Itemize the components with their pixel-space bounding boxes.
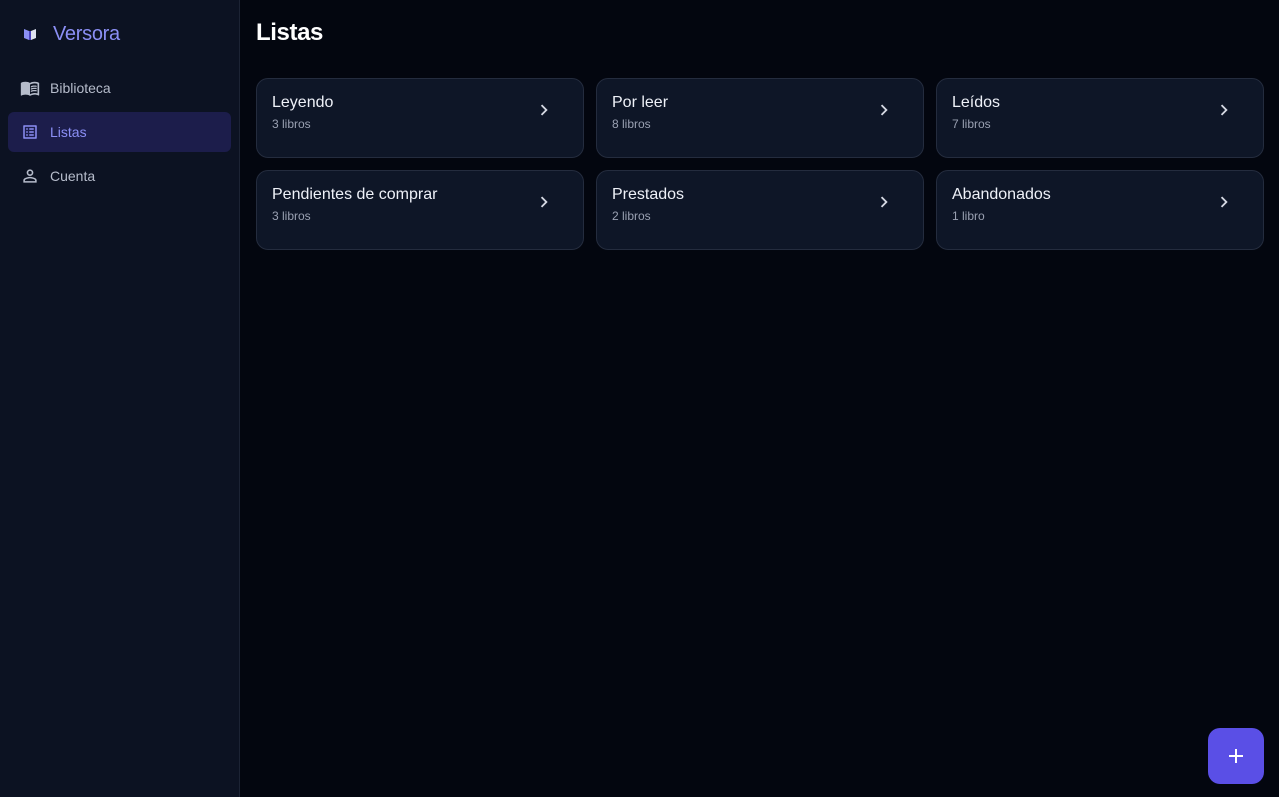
sidebar-item-label: Listas (50, 124, 87, 140)
chevron-right-icon (533, 99, 555, 121)
chevron-right-icon (873, 191, 895, 213)
sidebar-item-label: Biblioteca (50, 80, 111, 96)
list-card-leidos[interactable]: Leídos 7 libros (936, 78, 1264, 158)
list-card-count: 7 libros (952, 117, 991, 131)
list-card-leyendo[interactable]: Leyendo 3 libros (256, 78, 584, 158)
plus-icon (1224, 744, 1248, 768)
sidebar-item-label: Cuenta (50, 168, 96, 184)
list-card-abandonados[interactable]: Abandonados 1 libro (936, 170, 1264, 250)
page-title: Listas (256, 19, 323, 46)
list-card-count: 2 libros (612, 209, 651, 223)
list-card-pendientes-de-comprar[interactable]: Pendientes de comprar 3 libros (256, 170, 584, 250)
chevron-right-icon (873, 99, 895, 121)
chevron-right-icon (1213, 191, 1235, 213)
app-name: Versora (53, 22, 120, 45)
book-open-icon (20, 78, 40, 98)
lists-grid: Leyendo 3 libros Por leer 8 libros Leído… (256, 78, 1264, 250)
list-card-title: Leyendo (272, 94, 334, 111)
list-card-title: Por leer (612, 94, 669, 111)
sidebar-item-cuenta[interactable]: Cuenta (8, 156, 231, 196)
sidebar-item-biblioteca[interactable]: Biblioteca (8, 68, 231, 108)
book-logo-icon (22, 25, 40, 43)
brand[interactable]: Versora (8, 0, 231, 68)
sidebar-item-listas[interactable]: Listas (8, 112, 231, 152)
list-card-title: Pendientes de comprar (272, 186, 438, 203)
list-card-count: 3 libros (272, 117, 311, 131)
app-root: Versora Biblioteca Listas Cuenta Listas … (0, 0, 1279, 797)
add-list-button[interactable] (1208, 728, 1264, 784)
list-card-prestados[interactable]: Prestados 2 libros (596, 170, 924, 250)
list-card-title: Leídos (952, 94, 1001, 111)
list-card-count: 3 libros (272, 209, 311, 223)
list-card-por-leer[interactable]: Por leer 8 libros (596, 78, 924, 158)
list-card-count: 8 libros (612, 117, 651, 131)
list-card-count: 1 libro (952, 209, 985, 223)
sidebar: Versora Biblioteca Listas Cuenta (0, 0, 240, 797)
chevron-right-icon (1213, 99, 1235, 121)
person-icon (20, 166, 40, 186)
list-icon (20, 122, 40, 142)
sidebar-nav: Biblioteca Listas Cuenta (8, 68, 231, 196)
list-card-title: Abandonados (952, 186, 1051, 203)
list-card-title: Prestados (612, 186, 685, 203)
main-content: Listas Leyendo 3 libros Por leer 8 libro… (240, 0, 1279, 797)
chevron-right-icon (533, 191, 555, 213)
